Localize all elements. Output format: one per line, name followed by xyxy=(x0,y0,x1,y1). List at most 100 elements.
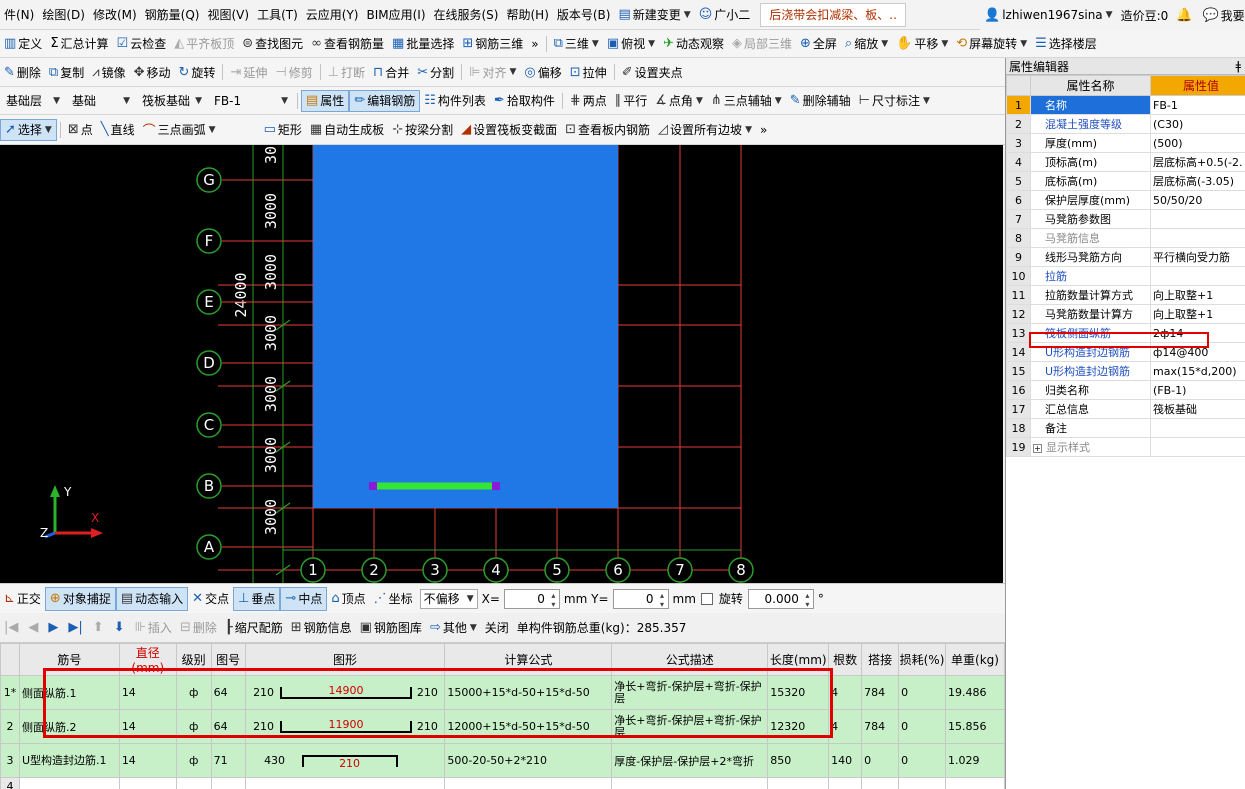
property-value[interactable]: 层底标高(-3.05) xyxy=(1150,171,1245,191)
col-header[interactable]: 直径(mm) xyxy=(118,643,177,676)
menu-help[interactable]: 帮助(H) xyxy=(502,0,552,29)
property-row[interactable]: 13 筏板侧面纵筋 2ф14 xyxy=(1006,323,1245,343)
expand-icon[interactable]: + xyxy=(1033,444,1042,453)
property-row[interactable]: 18 备注 xyxy=(1006,418,1245,438)
col-header[interactable]: 长度(mm) xyxy=(767,643,830,676)
cell-formula[interactable]: 500-20-50+2*210 xyxy=(444,743,613,778)
move-down-button[interactable]: ⬇ xyxy=(110,616,131,640)
local-3d-button[interactable]: ◈ 局部三维 xyxy=(728,30,796,57)
cell-diameter[interactable]: 14 xyxy=(118,675,177,710)
new-change-button[interactable]: ▤ 新建变更 ▼ xyxy=(614,0,694,29)
cell-formula[interactable] xyxy=(444,777,613,789)
property-value[interactable] xyxy=(1150,209,1245,229)
align-slab-top-button[interactable]: ◭ 平齐板顶 xyxy=(170,30,238,57)
cell-name[interactable] xyxy=(18,777,120,789)
split-by-beam-button[interactable]: ⊹ 按梁分割 xyxy=(388,115,457,144)
cell-weight[interactable]: 19.486 xyxy=(944,675,1005,710)
user-button[interactable]: 👤 lzhiwen1967sina ▼ xyxy=(980,0,1117,30)
layer-sub-select[interactable]: 基础 ▼ xyxy=(69,91,133,111)
align-button[interactable]: ⊫ 对齐 ▼ xyxy=(465,58,520,86)
scale-rebar-button[interactable]: ┠ 缩尺配筋 xyxy=(221,616,287,640)
property-value[interactable]: 筏板基础 xyxy=(1150,399,1245,419)
cell-count[interactable]: 4 xyxy=(828,709,863,744)
fullscreen-button[interactable]: ⊕ 全屏 xyxy=(796,30,841,57)
table-row[interactable]: 3 U型构造封边筋.1 14 ф 71 430 210 500-20-50+2*… xyxy=(0,743,1005,778)
cell-formula[interactable]: 15000+15*d-50+15*d-50 xyxy=(444,675,613,710)
cell-figure-no[interactable]: 64 xyxy=(210,709,246,744)
set-slopes-button[interactable]: ◿ 设置所有边坡 ▼ xyxy=(654,115,756,144)
cell-figure-no[interactable] xyxy=(210,777,246,789)
cloud-check-button[interactable]: ☑ 云检查 xyxy=(113,30,171,57)
dimension-button[interactable]: ⊢ 尺寸标注 ▼ xyxy=(855,87,934,114)
property-row[interactable]: 17 汇总信息 筏板基础 xyxy=(1006,399,1245,419)
delete-button[interactable]: ✎ 删除 xyxy=(0,58,45,86)
cell-grade[interactable]: ф xyxy=(175,675,212,710)
cell-weight[interactable] xyxy=(944,777,1005,789)
col-header[interactable]: 图形 xyxy=(244,643,446,676)
cell-loss[interactable] xyxy=(898,777,946,789)
table-row[interactable]: 1* 侧面纵筋.1 14 ф 64 210 14900 210 15000+15… xyxy=(0,675,1005,710)
rotate-checkbox[interactable] xyxy=(700,592,713,605)
property-row[interactable]: 2 混凝土强度等级 (C30) xyxy=(1006,114,1245,134)
property-row[interactable]: 10 拉筋 xyxy=(1006,266,1245,286)
view-rebar-qty-button[interactable]: ∞ 查看钢筋量 xyxy=(307,30,388,57)
cell-diameter[interactable]: 14 xyxy=(118,743,177,778)
property-value[interactable]: 向上取整+1 xyxy=(1150,304,1245,324)
component-select[interactable]: FB-1 ▼ xyxy=(211,91,291,111)
rotate-input[interactable]: 0.000 xyxy=(747,588,814,609)
cell-loss[interactable]: 0 xyxy=(898,709,946,744)
delete-axis-button[interactable]: ✎ 删除辅轴 xyxy=(786,87,855,114)
col-header[interactable]: 搭接 xyxy=(861,643,900,676)
vertex-snap[interactable]: ⌂ 顶点 xyxy=(327,587,369,611)
document-tab[interactable]: 后浇带会扣减梁、板、.. xyxy=(760,2,906,27)
component-list-button[interactable]: ☷ 构件列表 xyxy=(420,87,490,114)
two-point-button[interactable]: ⋕ 两点 xyxy=(566,87,611,114)
cell-lap[interactable]: 784 xyxy=(861,709,900,744)
cell-formula[interactable]: 12000+15*d-50+15*d-50 xyxy=(444,709,613,744)
cell-figure-no[interactable]: 71 xyxy=(210,743,246,778)
cell-grade[interactable]: ф xyxy=(175,709,212,744)
y-input[interactable]: 0 xyxy=(612,588,669,609)
property-value[interactable]: FB-1 xyxy=(1150,95,1245,115)
menu-modify[interactable]: 修改(M) xyxy=(89,0,141,29)
rebar-3d-button[interactable]: ⊞ 钢筋三维 xyxy=(458,30,527,57)
col-header[interactable]: 损耗(%) xyxy=(898,643,946,676)
property-value[interactable]: 层底标高+0.5(-2. xyxy=(1150,152,1245,172)
cell-count[interactable]: 140 xyxy=(828,743,863,778)
insert-row-button[interactable]: ⊪ 插入 xyxy=(131,616,176,640)
offset-mode-select[interactable]: 不偏移 ▼ xyxy=(419,588,478,609)
property-value[interactable]: 向上取整+1 xyxy=(1150,285,1245,305)
rotate-button[interactable]: ↻ 旋转 xyxy=(175,58,220,86)
property-value[interactable]: (500) xyxy=(1150,133,1245,153)
next-record-button[interactable]: ▶ xyxy=(44,616,64,640)
last-record-button[interactable]: ▶| xyxy=(64,616,88,640)
property-value[interactable] xyxy=(1150,418,1245,438)
cell-loss[interactable]: 0 xyxy=(898,743,946,778)
property-row[interactable]: 16 归类名称 (FB-1) xyxy=(1006,380,1245,400)
offset-button[interactable]: ◎ 偏移 xyxy=(520,58,565,86)
close-panel-button[interactable]: 关闭 xyxy=(481,616,513,640)
line-button[interactable]: ╲ 直线 xyxy=(97,115,139,144)
col-header[interactable]: 单重(kg) xyxy=(944,643,1005,676)
property-value[interactable]: 平行横向受力筋 xyxy=(1150,247,1245,267)
property-value[interactable] xyxy=(1150,228,1245,248)
more-toolbar-button[interactable]: » xyxy=(527,30,542,57)
property-value[interactable]: max(15*d,200) xyxy=(1150,361,1245,381)
extend-button[interactable]: ⇥ 延伸 xyxy=(226,58,271,86)
move-button[interactable]: ✥ 移动 xyxy=(130,58,175,86)
menu-cloud[interactable]: 云应用(Y) xyxy=(302,0,363,29)
property-row[interactable]: 1 名称 FB-1 xyxy=(1006,95,1245,115)
cell-length[interactable]: 15320 xyxy=(767,675,830,710)
cell-shape[interactable]: 210 11900 210 xyxy=(244,709,446,744)
merge-button[interactable]: ⊓ 合并 xyxy=(369,58,413,86)
select-button[interactable]: ➚ 选择 ▼ xyxy=(0,118,57,141)
cell-shape[interactable]: 430 210 xyxy=(244,743,446,778)
cell-grade[interactable]: ф xyxy=(175,743,212,778)
cell-length[interactable]: 12320 xyxy=(767,709,830,744)
property-row[interactable]: 11 拉筋数量计算方式 向上取整+1 xyxy=(1006,285,1245,305)
zoom-button[interactable]: ⌕ 缩放 ▼ xyxy=(841,30,892,57)
other-menu-button[interactable]: ⇨ 其他 ▼ xyxy=(426,616,481,640)
col-header[interactable]: 级别 xyxy=(175,643,212,676)
dynamic-input-toggle[interactable]: ▤ 动态输入 xyxy=(115,586,189,611)
prev-record-button[interactable]: ◀ xyxy=(24,616,44,640)
